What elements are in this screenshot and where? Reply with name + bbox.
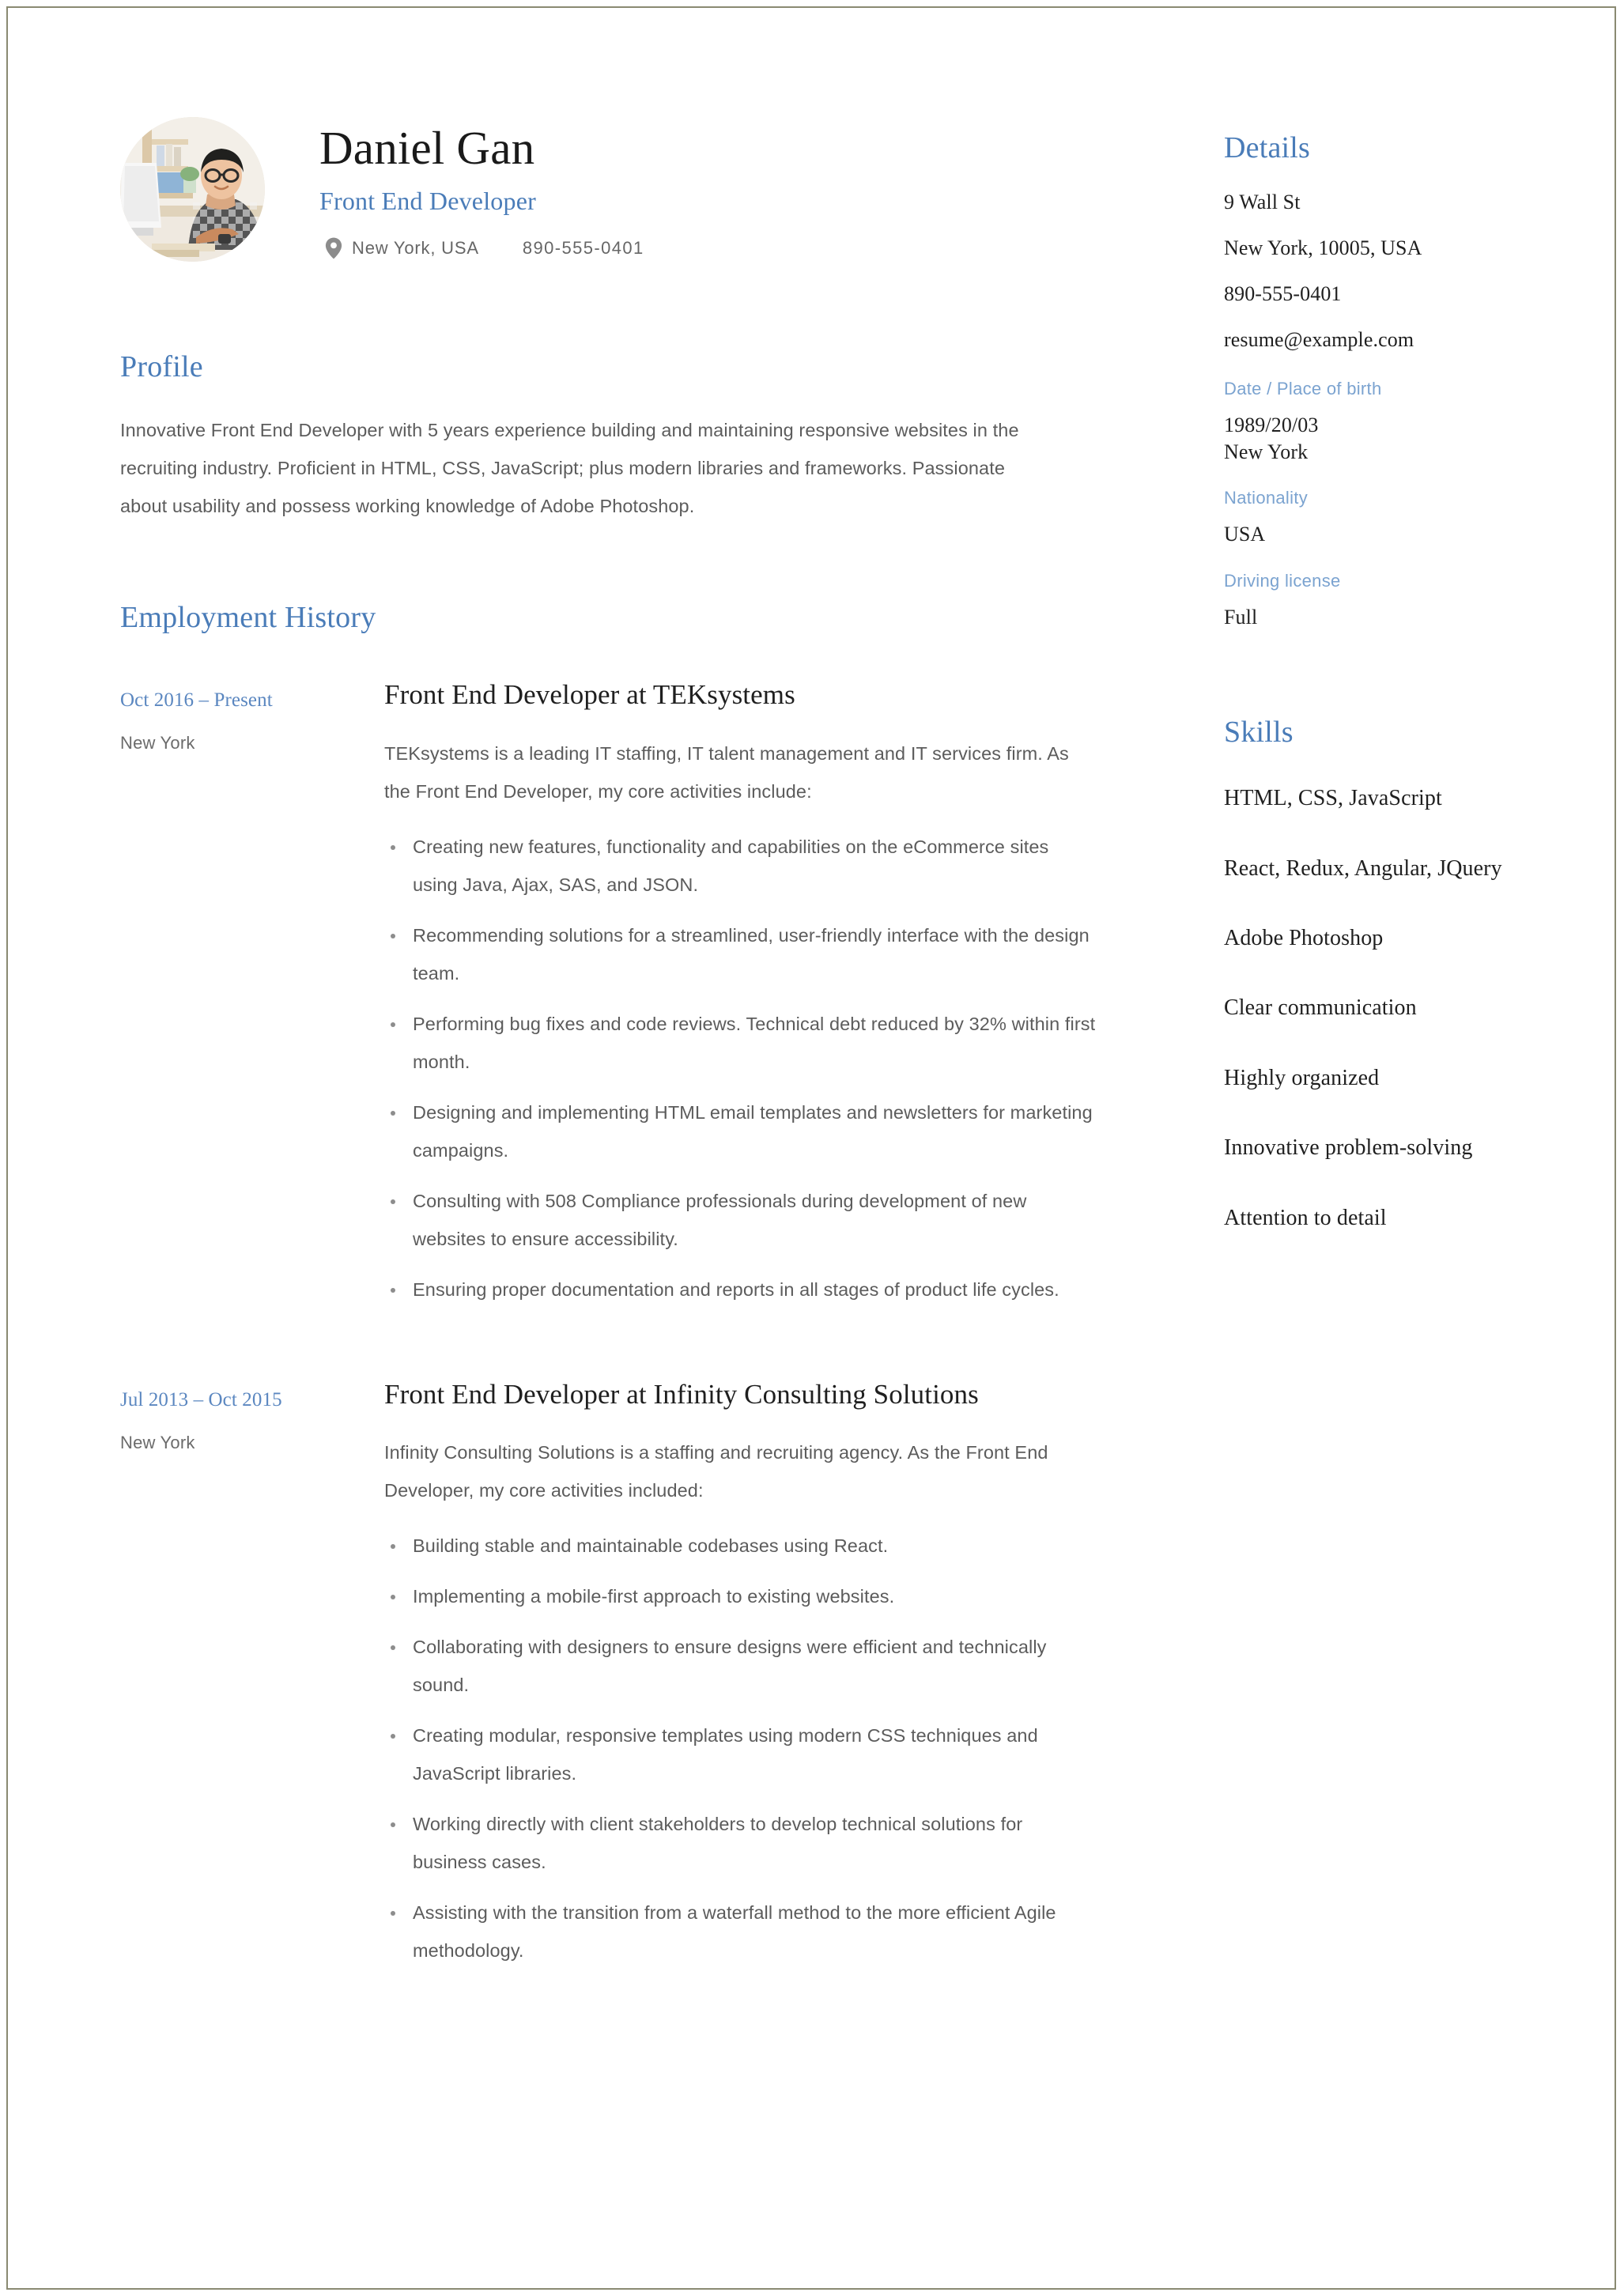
list-item: Attention to detail [1224,1205,1387,1230]
list-item: Working directly with client stakeholder… [384,1805,1096,1881]
details-heading: Details [1224,131,1311,164]
employment-description: TEKsystems is a leading IT staffing, IT … [384,742,1069,802]
list-item: Implementing a mobile-first approach to … [384,1577,1096,1615]
details-dob-date: 1989/20/03 [1224,414,1319,436]
details-nationality-label: Nationality [1224,487,1309,508]
list-item: Highly organized [1224,1065,1380,1090]
header-location: New York, USA [352,238,479,258]
employment-entry-meta: Oct 2016 – Present New York [120,678,372,1321]
details-section: Details 9 Wall St New York, 10005, USA 8… [1224,130,1535,631]
employment-section: Employment History Oct 2016 – Present Ne… [120,600,1120,1982]
list-item: Ensuring proper documentation and report… [384,1271,1096,1308]
details-address-line1: 9 Wall St [1224,191,1301,213]
avatar [120,117,265,262]
header-job-title: Front End Developer [319,187,536,215]
list-item: Building stable and maintainable codebas… [384,1527,1096,1565]
employment-role: Front End Developer at TEKsystems [384,679,795,710]
employment-heading: Employment History [120,601,376,634]
details-phone: 890-555-0401 [1224,282,1342,305]
list-item: Recommending solutions for a streamlined… [384,916,1096,992]
details-nationality-value: USA [1224,522,1266,546]
profile-section: Profile Innovative Front End Developer w… [120,349,1120,525]
employment-location: New York [120,733,195,753]
main-column: Daniel Gan Front End Developer New York,… [120,111,1120,1982]
skills-section: Skills HTML, CSS, JavaScript React, Redu… [1224,715,1535,1233]
list-item: Designing and implementing HTML email te… [384,1093,1096,1169]
details-license-value: Full [1224,606,1258,629]
employment-entry-meta: Jul 2013 – Oct 2015 New York [120,1378,372,1983]
sidebar: Details 9 Wall St New York, 10005, USA 8… [1224,130,1535,1274]
profile-text: Innovative Front End Developer with 5 ye… [120,420,1019,516]
avatar-photo-icon [120,117,265,262]
list-item: Creating modular, responsive templates u… [384,1716,1096,1792]
map-pin-icon [325,237,342,259]
list-item: Innovative problem-solving [1224,1135,1473,1161]
employment-entry: Oct 2016 – Present New York Front End De… [120,678,1120,1321]
employment-date: Oct 2016 – Present [120,689,273,711]
employment-description: Infinity Consulting Solutions is a staff… [384,1442,1048,1501]
details-license-label: Driving license [1224,571,1341,591]
list-item: Creating new features, functionality and… [384,828,1096,904]
details-email: resume@example.com [1224,328,1414,351]
employment-date: Jul 2013 – Oct 2015 [120,1388,282,1410]
resume-header: Daniel Gan Front End Developer New York,… [120,111,1120,293]
list-item: HTML, CSS, JavaScript [1224,786,1442,811]
header-contact-row: New York, USA 890-555-0401 [319,216,644,259]
employment-bullet-list: Building stable and maintainable codebas… [384,1509,1096,1969]
skills-heading: Skills [1224,716,1294,750]
details-dob-place: New York [1224,440,1309,463]
employment-entry: Jul 2013 – Oct 2015 New York Front End D… [120,1378,1120,1983]
details-dob-label: Date / Place of birth [1224,379,1382,398]
list-item: Clear communication [1224,995,1417,1021]
list-item: Performing bug fixes and code reviews. T… [384,1005,1096,1081]
list-item: Assisting with the transition from a wat… [384,1894,1096,1969]
header-text: Daniel Gan Front End Developer New York,… [319,111,644,259]
details-address-line2: New York, 10005, USA [1224,236,1422,259]
employment-location: New York [120,1432,195,1452]
employment-bullet-list: Creating new features, functionality and… [384,810,1096,1308]
employment-entry-body: Front End Developer at Infinity Consulti… [372,1378,1120,1983]
resume-page: Daniel Gan Front End Developer New York,… [0,0,1624,2296]
details-dob-value: 1989/20/03 New York [1224,412,1535,466]
employment-entry-body: Front End Developer at TEKsystems TEKsys… [372,678,1120,1321]
list-item: Consulting with 508 Compliance professio… [384,1182,1096,1258]
profile-heading: Profile [120,350,203,383]
resume-sheet: Daniel Gan Front End Developer New York,… [0,0,1624,2296]
employment-role: Front End Developer at Infinity Consulti… [384,1378,979,1410]
page-title: Daniel Gan [319,122,535,174]
list-item: Adobe Photoshop [1224,925,1384,950]
header-phone: 890-555-0401 [522,238,644,258]
list-item: Collaborating with designers to ensure d… [384,1628,1096,1704]
list-item: React, Redux, Angular, JQuery [1224,855,1502,881]
